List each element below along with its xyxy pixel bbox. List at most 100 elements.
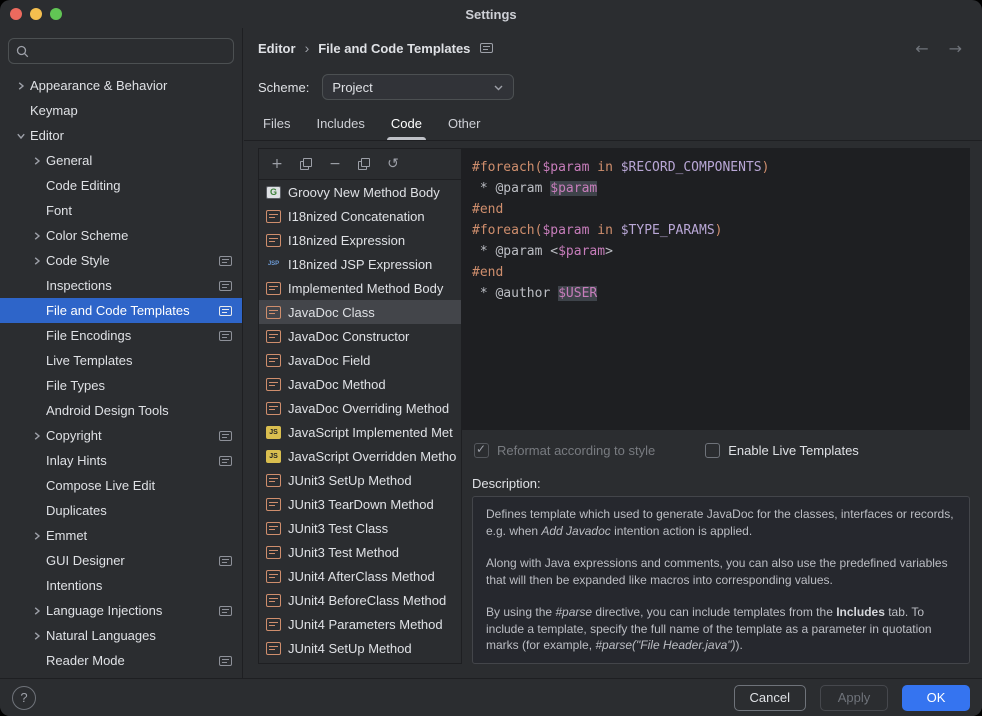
ide-settings-icon	[219, 656, 232, 666]
sidebar-item-font[interactable]: Font	[0, 198, 242, 223]
sidebar-item-file-types[interactable]: File Types	[0, 373, 242, 398]
sidebar: Appearance & BehaviorKeymapEditorGeneral…	[0, 28, 243, 678]
tab-files[interactable]: Files	[250, 106, 303, 140]
description-paragraph: Defines template which used to generate …	[486, 506, 956, 539]
back-icon[interactable]: ←	[915, 39, 928, 58]
sidebar-item-duplicates[interactable]: Duplicates	[0, 498, 242, 523]
enable-live-templates-checkbox[interactable]: Enable Live Templates	[705, 443, 859, 458]
help-button[interactable]: ?	[12, 686, 36, 710]
copy-template-icon[interactable]	[357, 157, 371, 171]
sidebar-item-live-templates[interactable]: Live Templates	[0, 348, 242, 373]
ok-button[interactable]: OK	[902, 685, 970, 711]
template-item-i18nized-jsp-expression[interactable]: JSPI18nized JSP Expression	[259, 252, 461, 276]
search-icon	[16, 45, 29, 58]
template-item-groovy-new-method-body[interactable]: GGroovy New Method Body	[259, 180, 461, 204]
tab-includes[interactable]: Includes	[303, 106, 377, 140]
js-file-icon: JS	[266, 450, 281, 463]
chevron-right-icon[interactable]	[28, 428, 46, 444]
reformat-checkbox-label: Reformat according to style	[497, 443, 655, 458]
template-item-javascript-implemented-met[interactable]: JSJavaScript Implemented Met	[259, 420, 461, 444]
minimize-window-button[interactable]	[30, 8, 42, 20]
tab-code[interactable]: Code	[378, 106, 435, 140]
template-editor[interactable]: #foreach($param in $RECORD_COMPONENTS) *…	[462, 148, 970, 430]
forward-icon[interactable]: →	[949, 39, 962, 58]
description-panel[interactable]: Defines template which used to generate …	[472, 496, 970, 664]
sidebar-item-language-injections[interactable]: Language Injections	[0, 598, 242, 623]
enable-live-templates-label: Enable Live Templates	[728, 443, 859, 458]
template-item-junit3-test-method[interactable]: JUnit3 Test Method	[259, 540, 461, 564]
sidebar-item-keymap[interactable]: Keymap	[0, 98, 242, 123]
template-item-javadoc-method[interactable]: JavaDoc Method	[259, 372, 461, 396]
scheme-row: Scheme: Project	[244, 68, 982, 106]
remove-template-icon[interactable]: −	[328, 157, 342, 171]
tab-other[interactable]: Other	[435, 106, 494, 140]
template-item-label: JUnit4 SetUp Method	[288, 641, 412, 656]
template-item-label: I18nized JSP Expression	[288, 257, 432, 272]
reset-to-default-icon[interactable]: ↺	[386, 157, 400, 171]
sidebar-item-inlay-hints[interactable]: Inlay Hints	[0, 448, 242, 473]
create-child-template-icon[interactable]	[299, 157, 313, 171]
sidebar-item-editor[interactable]: Editor	[0, 123, 242, 148]
apply-button[interactable]: Apply	[820, 685, 888, 711]
sidebar-item-file-and-code-templates[interactable]: File and Code Templates	[0, 298, 242, 323]
sidebar-item-gui-designer[interactable]: GUI Designer	[0, 548, 242, 573]
sidebar-item-android-design-tools[interactable]: Android Design Tools	[0, 398, 242, 423]
chevron-right-icon[interactable]	[28, 603, 46, 619]
template-item-javascript-overridden-metho[interactable]: JSJavaScript Overridden Metho	[259, 444, 461, 468]
sidebar-item-code-style[interactable]: Code Style	[0, 248, 242, 273]
sidebar-item-label: Emmet	[46, 528, 87, 543]
zoom-window-button[interactable]	[50, 8, 62, 20]
template-item-i18nized-concatenation[interactable]: I18nized Concatenation	[259, 204, 461, 228]
template-item-junit4-setup-method[interactable]: JUnit4 SetUp Method	[259, 636, 461, 660]
template-item-junit4-beforeclass-method[interactable]: JUnit4 BeforeClass Method	[259, 588, 461, 612]
sidebar-item-label: Duplicates	[46, 503, 107, 518]
template-item-javadoc-class[interactable]: JavaDoc Class	[259, 300, 461, 324]
groovy-file-icon: G	[266, 186, 281, 199]
template-item-javadoc-constructor[interactable]: JavaDoc Constructor	[259, 324, 461, 348]
template-item-junit4-afterclass-method[interactable]: JUnit4 AfterClass Method	[259, 564, 461, 588]
chevron-down-icon[interactable]	[12, 128, 30, 144]
close-window-button[interactable]	[10, 8, 22, 20]
template-item-i18nized-expression[interactable]: I18nized Expression	[259, 228, 461, 252]
template-item-junit3-teardown-method[interactable]: JUnit3 TearDown Method	[259, 492, 461, 516]
template-item-junit3-test-class[interactable]: JUnit3 Test Class	[259, 516, 461, 540]
settings-search-input[interactable]	[35, 43, 226, 60]
sidebar-item-code-editing[interactable]: Code Editing	[0, 173, 242, 198]
breadcrumb-root[interactable]: Editor	[258, 41, 296, 56]
template-item-label: JUnit4 Parameters Method	[288, 617, 443, 632]
sidebar-item-color-scheme[interactable]: Color Scheme	[0, 223, 242, 248]
sidebar-item-compose-live-edit[interactable]: Compose Live Edit	[0, 473, 242, 498]
sidebar-item-label: Live Templates	[46, 353, 132, 368]
sidebar-item-emmet[interactable]: Emmet	[0, 523, 242, 548]
code-line: * @param <$param>	[472, 241, 970, 262]
template-file-icon	[266, 306, 281, 319]
template-item-javadoc-overriding-method[interactable]: JavaDoc Overriding Method	[259, 396, 461, 420]
sidebar-item-reader-mode[interactable]: Reader Mode	[0, 648, 242, 673]
cancel-button[interactable]: Cancel	[734, 685, 806, 711]
sidebar-item-natural-languages[interactable]: Natural Languages	[0, 623, 242, 648]
chevron-right-icon[interactable]	[12, 78, 30, 94]
traffic-lights	[10, 8, 62, 20]
template-item-javadoc-field[interactable]: JavaDoc Field	[259, 348, 461, 372]
sidebar-item-file-encodings[interactable]: File Encodings	[0, 323, 242, 348]
sidebar-item-appearance-behavior[interactable]: Appearance & Behavior	[0, 73, 242, 98]
description-paragraph: By using the #parse directive, you can i…	[486, 604, 956, 654]
sidebar-item-copyright[interactable]: Copyright	[0, 423, 242, 448]
chevron-right-icon[interactable]	[28, 228, 46, 244]
scheme-select[interactable]: Project	[322, 74, 514, 100]
template-item-junit3-setup-method[interactable]: JUnit3 SetUp Method	[259, 468, 461, 492]
sidebar-item-general[interactable]: General	[0, 148, 242, 173]
chevron-right-icon[interactable]	[28, 253, 46, 269]
template-item-implemented-method-body[interactable]: Implemented Method Body	[259, 276, 461, 300]
add-template-icon[interactable]: +	[270, 157, 284, 171]
sidebar-item-inspections[interactable]: Inspections	[0, 273, 242, 298]
reformat-checkbox[interactable]: Reformat according to style	[474, 443, 655, 458]
settings-search-box[interactable]	[8, 38, 234, 64]
chevron-right-icon[interactable]	[28, 628, 46, 644]
chevron-right-icon[interactable]	[28, 153, 46, 169]
ide-settings-icon	[480, 43, 493, 53]
sidebar-item-intentions[interactable]: Intentions	[0, 573, 242, 598]
template-item-junit4-parameters-method[interactable]: JUnit4 Parameters Method	[259, 612, 461, 636]
ide-settings-icon	[219, 606, 232, 616]
chevron-right-icon[interactable]	[28, 528, 46, 544]
